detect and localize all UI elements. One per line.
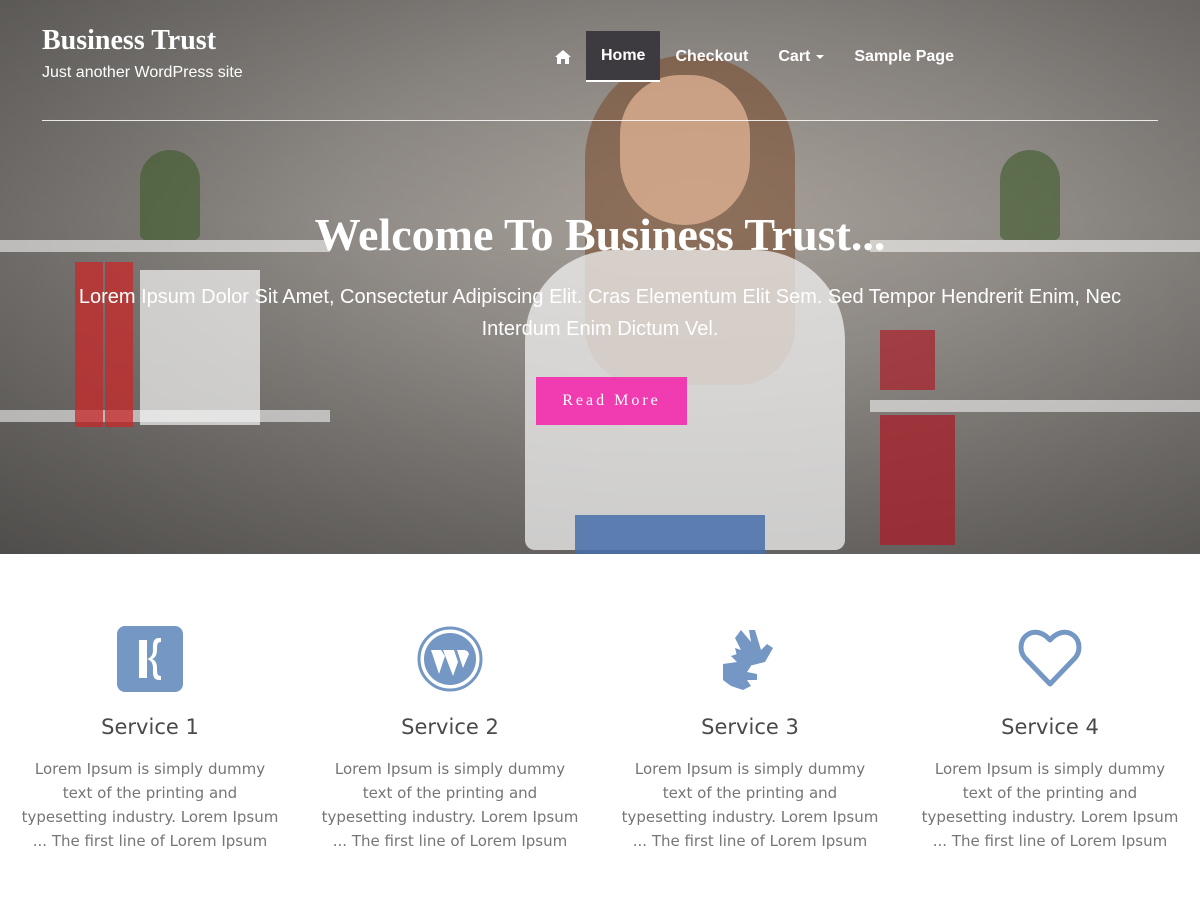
site-tagline: Just another WordPress site	[42, 64, 243, 81]
service-title: Service 1	[101, 715, 199, 739]
service-description: Lorem Ipsum is simply dummy text of the …	[921, 760, 1179, 850]
background-shelf	[870, 400, 1200, 412]
service-card: Service 1 Lorem Ipsum is simply dummy te…	[0, 554, 300, 900]
nav-item-cart-label: Cart	[778, 47, 811, 65]
service-card: Service 3 Lorem Ipsum is simply dummy te…	[600, 554, 900, 900]
nav-item-sample-page[interactable]: Sample Page	[839, 31, 969, 82]
nav-item-checkout[interactable]: Checkout	[660, 31, 763, 82]
site-title[interactable]: Business Trust	[42, 24, 243, 58]
service-card: Service 4 Lorem Ipsum is simply dummy te…	[900, 554, 1200, 900]
service-description: Lorem Ipsum is simply dummy text of the …	[21, 760, 279, 850]
service-card: Service 2 Lorem Ipsum is simply dummy te…	[300, 554, 600, 900]
read-more-button[interactable]: Read More	[536, 377, 687, 425]
background-binder	[880, 415, 955, 545]
nav-item-cart[interactable]: Cart	[763, 31, 839, 82]
wordpress-icon[interactable]	[417, 626, 483, 692]
heart-icon[interactable]	[1017, 626, 1083, 692]
main-navigation: Home Checkout Cart Sample Page	[540, 31, 969, 82]
sign-language-icon[interactable]	[717, 626, 783, 692]
service-title: Service 4	[1001, 715, 1099, 739]
caret-down-icon	[816, 54, 825, 59]
service-title: Service 3	[701, 715, 799, 739]
service-description: Lorem Ipsum is simply dummy text of the …	[321, 760, 579, 850]
services-section: Service 1 Lorem Ipsum is simply dummy te…	[0, 554, 1200, 900]
nav-item-home[interactable]: Home	[586, 31, 661, 82]
site-branding: Business Trust Just another WordPress si…	[42, 24, 243, 82]
hero-section: Business Trust Just another WordPress si…	[0, 0, 1200, 554]
home-icon	[555, 49, 571, 64]
person-face	[620, 75, 750, 225]
service-description: Lorem Ipsum is simply dummy text of the …	[621, 760, 879, 850]
person-skirt	[575, 515, 765, 554]
nav-home-icon-link[interactable]	[540, 31, 586, 82]
header-divider	[42, 120, 1158, 121]
kickstarter-icon[interactable]	[117, 626, 183, 692]
hero-subtitle: Lorem Ipsum Dolor Sit Amet, Consectetur …	[78, 286, 1122, 340]
hero-title: Welcome To Business Trust...	[314, 209, 886, 260]
service-title: Service 2	[401, 715, 499, 739]
